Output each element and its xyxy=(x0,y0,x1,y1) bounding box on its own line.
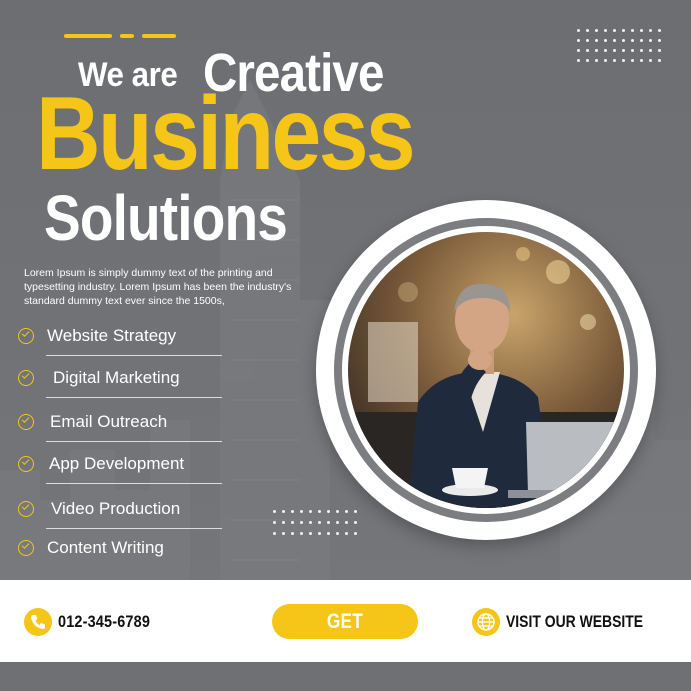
check-circle-icon xyxy=(18,370,34,386)
service-item: Website Strategy xyxy=(18,322,222,356)
description-text: Lorem Ipsum is simply dummy text of the … xyxy=(24,267,292,307)
service-item: Content Writing xyxy=(18,534,222,568)
check-circle-icon xyxy=(18,501,34,517)
headline-business: Business xyxy=(36,76,416,192)
service-item: Email Outreach xyxy=(18,408,222,442)
service-label: Content Writing xyxy=(47,538,164,557)
poster: We are Creative Business Solutions Lorem… xyxy=(0,0,691,691)
service-label: Digital Marketing xyxy=(53,368,180,387)
footer-bar: 012-345-6789 GET STARTED VISIT OUR WEBSI… xyxy=(0,580,691,668)
headline-solutions: Solutions xyxy=(44,182,288,254)
businessman-illustration xyxy=(348,232,624,508)
phone-number: 012-345-6789 xyxy=(58,612,151,631)
divider xyxy=(46,483,222,484)
service-item: App Development xyxy=(18,450,222,484)
businessman-photo xyxy=(348,232,624,508)
divider xyxy=(46,397,222,398)
service-item: Digital Marketing xyxy=(18,364,222,398)
check-circle-icon xyxy=(18,414,34,430)
check-circle-icon xyxy=(18,540,34,556)
website-label: VISIT OUR WEBSITE xyxy=(505,612,643,631)
check-circle-icon xyxy=(18,456,34,472)
divider xyxy=(46,355,222,356)
service-label: Website Strategy xyxy=(47,326,177,345)
service-label: App Development xyxy=(49,454,185,473)
service-label: Video Production xyxy=(51,499,181,518)
phone-contact[interactable]: 012-345-6789 xyxy=(24,608,166,636)
service-item: Video Production xyxy=(18,495,222,529)
globe-icon xyxy=(471,608,500,636)
divider xyxy=(46,441,222,442)
service-label: Email Outreach xyxy=(50,412,168,431)
phone-icon xyxy=(24,608,52,636)
photo-frame xyxy=(316,200,656,540)
website-link[interactable]: VISIT OUR WEBSITE xyxy=(471,608,673,636)
bottom-strip xyxy=(0,662,691,691)
get-started-button[interactable]: GET STARTED xyxy=(272,604,418,668)
dot-grid-top-right xyxy=(577,29,661,62)
divider xyxy=(46,528,222,529)
check-circle-icon xyxy=(18,328,34,344)
